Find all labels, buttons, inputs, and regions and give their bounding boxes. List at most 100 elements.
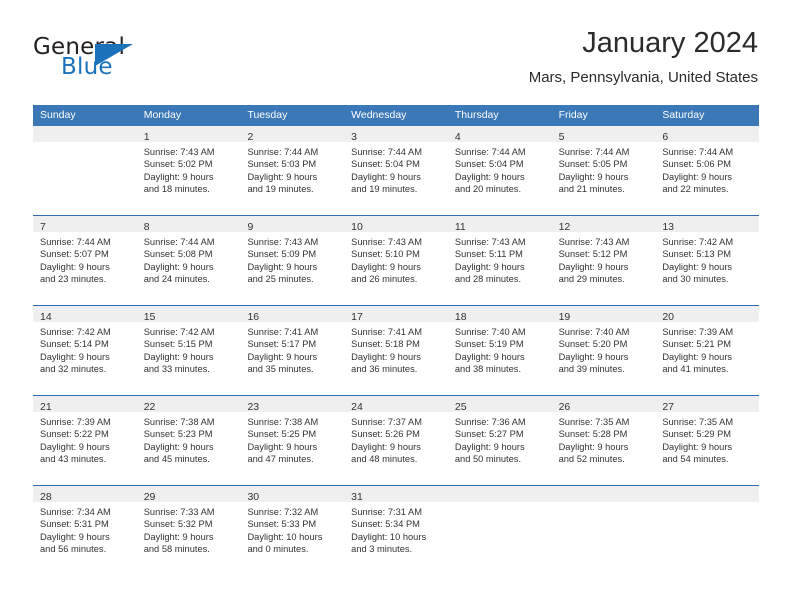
page-header: General Blue January 2024 Mars, Pennsylv… xyxy=(33,26,758,98)
calendar-day-cell[interactable]: 12 Sunrise: 7:43 AM Sunset: 5:12 PM Dayligh… xyxy=(551,216,656,305)
day-number: 5 xyxy=(558,131,565,143)
sunrise-text: Sunrise: 7:43 AM xyxy=(351,237,422,247)
day-number: 8 xyxy=(143,221,150,233)
calendar-day-cell[interactable]: 18 Sunrise: 7:40 AM Sunset: 5:19 PM Dayligh… xyxy=(447,306,552,395)
daylight-text-line1: Daylight: 9 hours xyxy=(247,261,318,272)
day-details: Sunrise: 7:44 AM Sunset: 5:04 PM Daylight:… xyxy=(448,142,552,196)
daylight-text-line2: and 48 minutes. xyxy=(351,454,418,465)
sunset-text: Sunset: 5:04 PM xyxy=(351,159,420,170)
day-details: Sunrise: 7:41 AM Sunset: 5:17 PM Daylight:… xyxy=(240,322,344,376)
generalblue-logo[interactable]: General Blue xyxy=(33,34,253,90)
day-number-band: 30 xyxy=(240,486,345,503)
calendar-day-cell[interactable]: 9 Sunrise: 7:43 AM Sunset: 5:09 PM Daylight… xyxy=(240,216,345,305)
calendar-day-cell[interactable]: 6 Sunrise: 7:44 AM Sunset: 5:06 PM Daylight… xyxy=(655,126,760,215)
day-number: 15 xyxy=(143,311,156,323)
weekday-header-monday: Monday xyxy=(143,109,182,121)
sunrise-text: Sunrise: 7:35 AM xyxy=(662,417,734,427)
calendar-day-cell[interactable]: 8 Sunrise: 7:44 AM Sunset: 5:08 PM Daylight… xyxy=(136,216,241,305)
daylight-text-line1: Daylight: 9 hours xyxy=(40,441,110,452)
calendar-day-cell[interactable]: 31 Sunrise: 7:31 AM Sunset: 5:34 PM Dayligh… xyxy=(344,486,448,575)
sunrise-text: Sunrise: 7:43 AM xyxy=(558,237,630,247)
day-number-band: 26 xyxy=(551,396,656,413)
day-number-band xyxy=(33,126,137,142)
calendar-day-cell[interactable]: 22 Sunrise: 7:38 AM Sunset: 5:23 PM Dayligh… xyxy=(136,396,241,485)
day-number: 6 xyxy=(662,131,669,143)
daylight-text-line2: and 21 minutes. xyxy=(558,184,625,195)
calendar-day-cell-empty xyxy=(551,486,656,575)
day-details: Sunrise: 7:43 AM Sunset: 5:02 PM Daylight:… xyxy=(137,142,241,196)
calendar-day-cell[interactable]: 4 Sunrise: 7:44 AM Sunset: 5:04 PM Daylight… xyxy=(447,126,552,215)
day-number-band: 2 xyxy=(240,126,345,143)
daylight-text-line1: Daylight: 9 hours xyxy=(143,171,214,182)
day-number-band: 10 xyxy=(344,216,448,233)
day-number: 13 xyxy=(662,221,674,233)
sunset-text: Sunset: 5:15 PM xyxy=(143,339,213,350)
calendar-day-cell[interactable]: 16 Sunrise: 7:41 AM Sunset: 5:17 PM Dayligh… xyxy=(240,306,345,395)
sunrise-text: Sunrise: 7:36 AM xyxy=(454,417,526,427)
day-number: 27 xyxy=(662,401,674,413)
day-number: 19 xyxy=(558,311,571,323)
calendar-day-cell[interactable]: 10 Sunrise: 7:43 AM Sunset: 5:10 PM Dayligh… xyxy=(344,216,448,305)
calendar-day-cell[interactable]: 5 Sunrise: 7:44 AM Sunset: 5:05 PM Daylight… xyxy=(551,126,656,215)
calendar-day-cell[interactable]: 20 Sunrise: 7:39 AM Sunset: 5:21 PM Dayligh… xyxy=(655,306,760,395)
day-number: 31 xyxy=(351,491,363,503)
daylight-text-line1: Daylight: 9 hours xyxy=(454,171,525,182)
day-number: 29 xyxy=(143,491,156,503)
calendar-day-cell[interactable]: 25 Sunrise: 7:36 AM Sunset: 5:27 PM Dayligh… xyxy=(447,396,552,485)
day-number-band: 27 xyxy=(655,396,760,413)
day-number-band: 24 xyxy=(344,396,448,413)
calendar-day-cell[interactable]: 23 Sunrise: 7:38 AM Sunset: 5:25 PM Dayligh… xyxy=(240,396,345,485)
day-number: 30 xyxy=(247,491,260,503)
title-block: January 2024 Mars, Pennsylvania, United … xyxy=(529,26,758,87)
day-number-band xyxy=(551,486,656,502)
sunset-text: Sunset: 5:14 PM xyxy=(40,339,109,350)
calendar-day-cell[interactable]: 13 Sunrise: 7:42 AM Sunset: 5:13 PM Dayligh… xyxy=(655,216,760,305)
weekday-header-tuesday: Tuesday xyxy=(247,109,288,121)
calendar-day-cell[interactable]: 27 Sunrise: 7:35 AM Sunset: 5:29 PM Dayligh… xyxy=(655,396,760,485)
calendar-day-cell[interactable]: 14 Sunrise: 7:42 AM Sunset: 5:14 PM Dayligh… xyxy=(33,306,137,395)
day-number: 26 xyxy=(558,401,571,413)
day-number-band: 9 xyxy=(240,216,345,233)
day-number: 11 xyxy=(454,221,466,233)
calendar-day-cell[interactable]: 26 Sunrise: 7:35 AM Sunset: 5:28 PM Dayligh… xyxy=(551,396,656,485)
calendar-day-cell[interactable]: 2 Sunrise: 7:44 AM Sunset: 5:03 PM Daylight… xyxy=(240,126,345,215)
daylight-text-line1: Daylight: 9 hours xyxy=(558,441,629,452)
calendar-page: General Blue January 2024 Mars, Pennsylv… xyxy=(0,0,792,612)
daylight-text-line1: Daylight: 9 hours xyxy=(454,441,525,452)
calendar-day-cell[interactable]: 15 Sunrise: 7:42 AM Sunset: 5:15 PM Dayligh… xyxy=(136,306,241,395)
day-number-band: 25 xyxy=(447,396,552,413)
day-number: 24 xyxy=(351,401,363,413)
day-details: Sunrise: 7:43 AM Sunset: 5:12 PM Daylight:… xyxy=(552,232,656,286)
day-details: Sunrise: 7:42 AM Sunset: 5:15 PM Daylight:… xyxy=(137,322,241,376)
calendar-day-cell[interactable]: 19 Sunrise: 7:40 AM Sunset: 5:20 PM Dayligh… xyxy=(551,306,656,395)
calendar-day-cell[interactable]: 7 Sunrise: 7:44 AM Sunset: 5:07 PM Daylight… xyxy=(33,216,137,305)
day-details: Sunrise: 7:31 AM Sunset: 5:34 PM Daylight:… xyxy=(344,502,448,556)
daylight-text-line2: and 25 minutes. xyxy=(247,274,314,285)
calendar-day-cell[interactable]: 17 Sunrise: 7:41 AM Sunset: 5:18 PM Dayligh… xyxy=(344,306,448,395)
day-number: 14 xyxy=(40,311,52,323)
day-number-band: 19 xyxy=(551,306,656,323)
sunset-text: Sunset: 5:31 PM xyxy=(40,519,109,530)
calendar-day-cell[interactable]: 29 Sunrise: 7:33 AM Sunset: 5:32 PM Dayligh… xyxy=(136,486,241,575)
day-details: Sunrise: 7:44 AM Sunset: 5:05 PM Daylight:… xyxy=(552,142,656,196)
day-details: Sunrise: 7:32 AM Sunset: 5:33 PM Daylight:… xyxy=(240,502,344,556)
calendar-day-cell[interactable]: 30 Sunrise: 7:32 AM Sunset: 5:33 PM Dayligh… xyxy=(240,486,345,575)
calendar-day-cell[interactable]: 3 Sunrise: 7:44 AM Sunset: 5:04 PM Daylight… xyxy=(344,126,448,215)
daylight-text-line1: Daylight: 9 hours xyxy=(662,261,733,272)
calendar-day-cell[interactable]: 28 Sunrise: 7:34 AM Sunset: 5:31 PM Dayligh… xyxy=(33,486,137,575)
day-details: Sunrise: 7:37 AM Sunset: 5:26 PM Daylight:… xyxy=(344,412,448,466)
calendar-day-cell[interactable]: 11 Sunrise: 7:43 AM Sunset: 5:11 PM Dayligh… xyxy=(447,216,552,305)
calendar-day-cell[interactable]: 1 Sunrise: 7:43 AM Sunset: 5:02 PM Daylight… xyxy=(136,126,241,215)
day-number-band: 4 xyxy=(447,126,552,143)
calendar-day-cell[interactable]: 21 Sunrise: 7:39 AM Sunset: 5:22 PM Dayligh… xyxy=(33,396,137,485)
day-number-band: 15 xyxy=(136,306,241,323)
daylight-text-line1: Daylight: 9 hours xyxy=(143,261,214,272)
daylight-text-line2: and 38 minutes. xyxy=(454,364,522,375)
sunrise-text: Sunrise: 7:44 AM xyxy=(143,237,215,247)
daylight-text-line1: Daylight: 9 hours xyxy=(40,531,110,542)
daylight-text-line2: and 19 minutes. xyxy=(247,184,314,195)
calendar-day-cell-empty xyxy=(33,126,137,215)
calendar-day-cell[interactable]: 24 Sunrise: 7:37 AM Sunset: 5:26 PM Dayligh… xyxy=(344,396,448,485)
sunrise-text: Sunrise: 7:41 AM xyxy=(247,327,319,337)
day-number-band: 1 xyxy=(136,126,241,143)
